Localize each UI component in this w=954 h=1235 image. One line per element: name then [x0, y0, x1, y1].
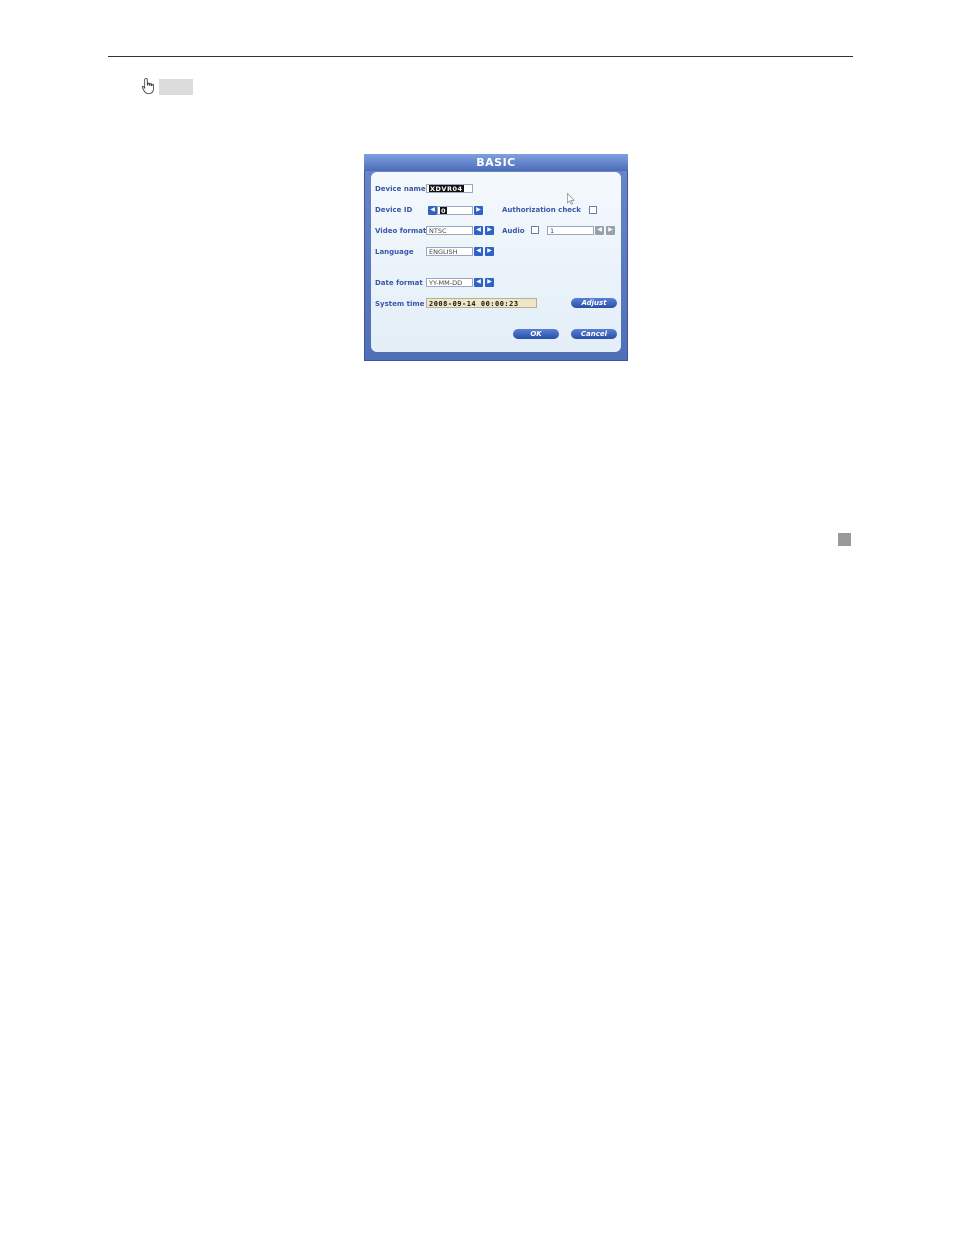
basic-dialog: BASIC Device name XDVR04 Device ID ◀ 0 ▶…: [364, 154, 628, 361]
audio-left-arrow-icon[interactable]: ◀: [595, 226, 604, 235]
device-name-value: XDVR04: [429, 185, 464, 193]
device-id-field[interactable]: 0: [437, 206, 473, 215]
date-format-right-arrow-icon[interactable]: ▶: [485, 278, 494, 287]
hand-pointer-icon: [141, 78, 154, 94]
audio-right-arrow-icon[interactable]: ▶: [606, 226, 615, 235]
video-format-left-arrow-icon[interactable]: ◀: [474, 226, 483, 235]
ok-button[interactable]: OK: [513, 329, 559, 339]
system-time-field[interactable]: 2008-09-14 00:00:23: [426, 298, 537, 308]
authorization-check-checkbox[interactable]: [589, 206, 597, 214]
language-right-arrow-icon[interactable]: ▶: [485, 247, 494, 256]
audio-checkbox[interactable]: [531, 226, 539, 234]
video-format-right-arrow-icon[interactable]: ▶: [485, 226, 494, 235]
header-rule: [108, 56, 853, 57]
device-id-label: Device ID: [375, 206, 413, 214]
device-id-right-arrow-icon[interactable]: ▶: [474, 206, 483, 215]
video-format-field[interactable]: NTSC: [426, 226, 473, 235]
date-format-field[interactable]: YY-MM-DD: [426, 278, 473, 287]
device-name-field[interactable]: XDVR04: [426, 184, 473, 193]
device-id-value: 0: [440, 207, 448, 215]
date-format-label: Date format: [375, 279, 423, 287]
language-label: Language: [375, 248, 414, 256]
cancel-button[interactable]: Cancel: [571, 329, 617, 339]
device-id-left-arrow-icon[interactable]: ◀: [428, 206, 437, 215]
language-field[interactable]: ENGLISH: [426, 247, 473, 256]
audio-label: Audio: [502, 227, 525, 235]
authorization-check-label: Authorization check: [502, 206, 581, 214]
mouse-cursor-icon: [567, 193, 575, 205]
video-format-label: Video format: [375, 227, 427, 235]
language-left-arrow-icon[interactable]: ◀: [474, 247, 483, 256]
page-corner-marker: [838, 533, 851, 546]
audio-channel-field[interactable]: 1: [547, 226, 594, 235]
dialog-title: BASIC: [364, 154, 628, 171]
note-label-box: [159, 79, 193, 95]
adjust-button[interactable]: Adjust: [571, 298, 617, 308]
date-format-left-arrow-icon[interactable]: ◀: [474, 278, 483, 287]
dialog-panel: Device name XDVR04 Device ID ◀ 0 ▶ Autho…: [371, 172, 621, 352]
device-name-label: Device name: [375, 185, 426, 193]
system-time-label: System time: [375, 300, 425, 308]
